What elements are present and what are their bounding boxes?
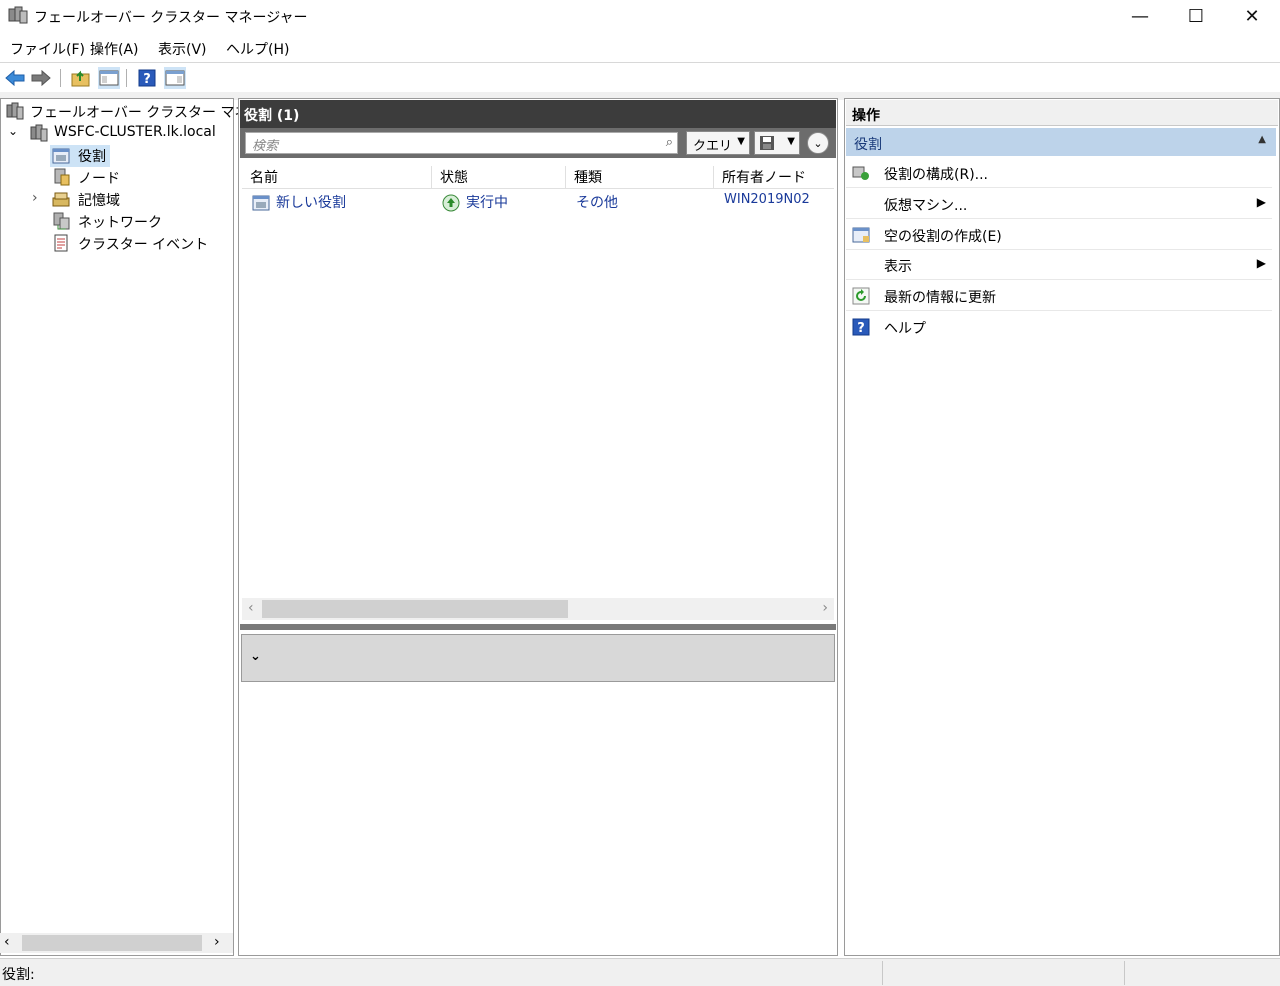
action-label: 役割の構成(R)... — [884, 167, 989, 183]
scroll-left-icon[interactable]: ‹ — [248, 600, 254, 616]
forward-arrow-icon[interactable] — [30, 67, 52, 89]
role-icon — [252, 194, 270, 212]
collapse-chevron-icon[interactable]: ⌄ — [250, 649, 261, 664]
empty-role-icon — [852, 226, 870, 244]
action-label: 仮想マシン... — [884, 198, 968, 214]
tree-item-roles[interactable]: 役割 — [78, 146, 106, 166]
column-header-type[interactable]: 種類 — [566, 166, 714, 188]
header-divider — [242, 188, 834, 189]
back-arrow-icon[interactable] — [4, 67, 26, 89]
scroll-right-icon[interactable]: › — [214, 934, 220, 950]
actions-section-label: 役割 — [854, 137, 882, 153]
cluster-events-icon — [52, 234, 70, 252]
window-title: フェールオーバー クラスター マネージャー — [34, 10, 308, 26]
dropdown-arrow-icon: ▼ — [737, 136, 745, 147]
chevron-down-icon[interactable]: ⌄ — [8, 124, 18, 138]
refresh-icon — [852, 287, 870, 305]
action-virtual-machines[interactable]: 仮想マシン... ▶ — [846, 189, 1272, 219]
svg-text:?: ? — [143, 72, 151, 87]
toolbar: ? — [0, 62, 1280, 92]
roles-pane — [238, 98, 838, 956]
tree-item-storage[interactable]: 記憶域 — [78, 190, 120, 210]
details-panel: ⌄ — [241, 634, 835, 682]
status-bar: 役割: — [0, 958, 1280, 986]
show-hide-action-pane-icon[interactable] — [164, 67, 186, 89]
search-input[interactable]: 検索 ⌕ — [245, 132, 678, 154]
dropdown-arrow-icon: ▼ — [787, 136, 795, 147]
action-label: ヘルプ — [884, 321, 926, 337]
roles-header-title: 役割 (1) — [244, 108, 300, 124]
row-owner-node: WIN2019N02 — [724, 192, 810, 207]
menu-help[interactable]: ヘルプ(H) — [226, 39, 289, 59]
save-query-button[interactable]: ▼ — [754, 131, 800, 155]
minimize-button[interactable]: — — [1112, 0, 1168, 32]
up-folder-icon[interactable] — [70, 67, 92, 89]
actions-header-title: 操作 — [852, 108, 880, 124]
pane-splitter[interactable] — [240, 624, 836, 630]
menu-view[interactable]: 表示(V) — [158, 39, 207, 59]
roles-header: 役割 (1) — [240, 100, 836, 128]
menu-bar: ファイル(F) 操作(A) 表示(V) ヘルプ(H) — [0, 36, 1280, 60]
configure-role-icon — [852, 164, 870, 182]
collapse-up-icon[interactable]: ▲ — [1258, 134, 1266, 145]
tree-item-networks[interactable]: ネットワーク — [78, 212, 162, 232]
row-status: 実行中 — [466, 195, 508, 211]
tree-cluster[interactable]: WSFC-CLUSTER.lk.local — [54, 124, 216, 140]
expand-chevron-button[interactable]: ⌄ — [807, 132, 829, 154]
chevron-right-icon[interactable]: › — [32, 190, 38, 206]
svg-text:?: ? — [857, 321, 865, 336]
row-name: 新しい役割 — [276, 195, 346, 211]
tree-item-cluster-events[interactable]: クラスター イベント — [78, 234, 208, 254]
query-dropdown-button[interactable]: クエリ ▼ — [686, 131, 750, 155]
scrollbar-thumb[interactable] — [22, 935, 202, 951]
scroll-left-icon[interactable]: ‹ — [4, 934, 10, 950]
action-view[interactable]: 表示 ▶ — [846, 250, 1272, 280]
action-help[interactable]: ? ヘルプ — [846, 312, 1272, 342]
query-label: クエリ — [693, 139, 733, 154]
roles-icon — [52, 147, 70, 165]
search-placeholder: 検索 — [252, 139, 279, 154]
submenu-arrow-icon: ▶ — [1256, 256, 1266, 270]
help-icon[interactable]: ? — [136, 67, 158, 89]
action-configure-role[interactable]: 役割の構成(R)... — [846, 158, 1272, 188]
column-header-status[interactable]: 状態 — [432, 166, 566, 188]
action-label: 空の役割の作成(E) — [884, 229, 1002, 245]
show-hide-console-tree-icon[interactable] — [98, 67, 120, 89]
submenu-arrow-icon: ▶ — [1256, 195, 1266, 209]
actions-section-roles[interactable]: 役割 ▲ — [846, 128, 1276, 156]
title-bar: フェールオーバー クラスター マネージャー — ☐ ✕ — [0, 0, 1280, 32]
menu-file[interactable]: ファイル(F) — [10, 39, 85, 59]
help-icon: ? — [852, 318, 870, 336]
action-label: 表示 — [884, 259, 912, 275]
column-header-owner-node[interactable]: 所有者ノード — [714, 166, 834, 188]
close-button[interactable]: ✕ — [1224, 0, 1280, 32]
column-header-name[interactable]: 名前 — [242, 166, 432, 188]
nodes-icon — [52, 168, 70, 186]
running-status-icon — [442, 194, 460, 212]
cluster-manager-app-icon — [8, 6, 28, 24]
networks-icon — [52, 212, 70, 230]
cluster-manager-icon — [6, 102, 24, 120]
storage-icon — [52, 190, 70, 208]
left-horizontal-scrollbar[interactable]: ‹ › — [0, 933, 233, 953]
scroll-right-icon[interactable]: › — [822, 600, 828, 616]
actions-header: 操作 — [846, 100, 1278, 126]
search-icon[interactable]: ⌕ — [666, 135, 673, 150]
action-label: 最新の情報に更新 — [884, 290, 996, 306]
cluster-icon — [30, 124, 48, 142]
action-refresh[interactable]: 最新の情報に更新 — [846, 281, 1272, 311]
row-type: その他 — [576, 195, 618, 211]
scrollbar-thumb[interactable] — [262, 600, 568, 618]
save-icon — [760, 136, 774, 150]
menu-action[interactable]: 操作(A) — [90, 39, 139, 59]
status-text: 役割: — [2, 967, 35, 983]
tree-item-nodes[interactable]: ノード — [78, 168, 120, 188]
action-create-empty-role[interactable]: 空の役割の作成(E) — [846, 220, 1272, 250]
maximize-button[interactable]: ☐ — [1168, 0, 1224, 32]
